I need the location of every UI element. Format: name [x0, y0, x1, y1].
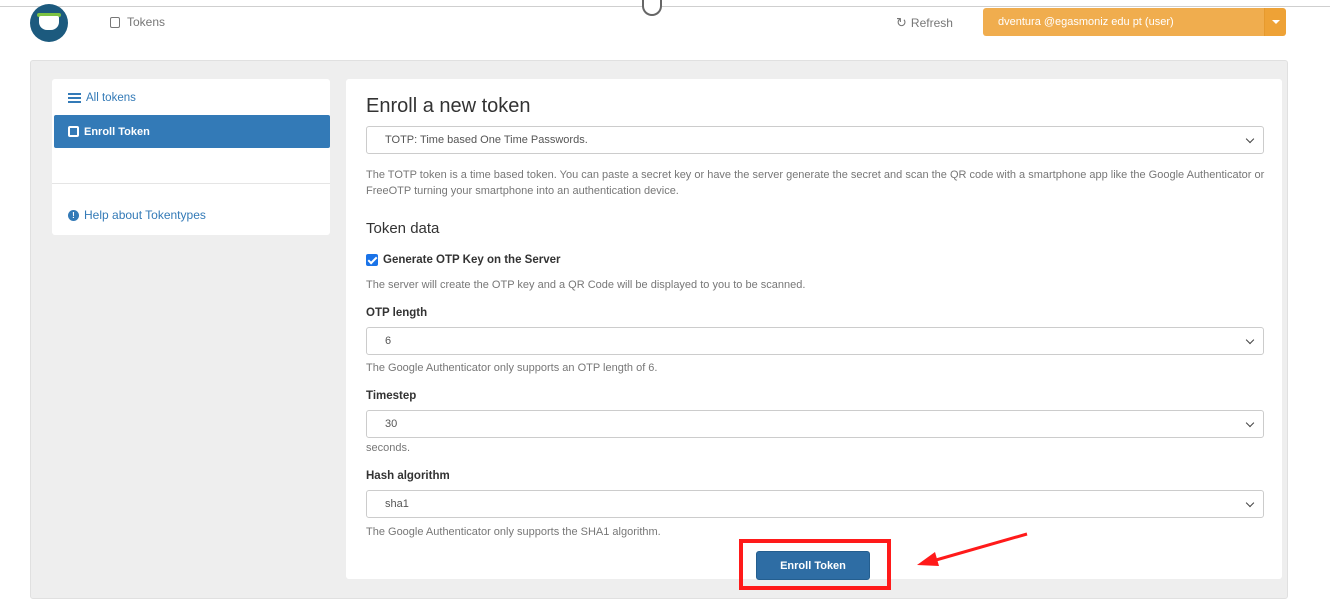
hash-algorithm-help: The Google Authenticator only supports t…: [366, 526, 661, 538]
otp-length-select[interactable]: 6: [366, 327, 1264, 355]
sidebar-item-enroll-token[interactable]: Enroll Token: [54, 115, 330, 148]
annotation-arrow-icon: [917, 532, 1028, 566]
logo-cup: [39, 16, 59, 30]
generate-otp-checkbox[interactable]: [366, 254, 378, 266]
user-menu-caret-icon[interactable]: [1264, 8, 1286, 36]
app-logo[interactable]: [30, 4, 68, 42]
otp-length-label: OTP length: [366, 307, 428, 319]
hash-algorithm-label: Hash algorithm: [366, 470, 450, 482]
nav-tokens-link[interactable]: Tokens: [110, 15, 165, 29]
user-menu-button[interactable]: dventura @egasmoniz edu pt (user): [983, 8, 1264, 36]
token-data-heading: Token data: [366, 220, 440, 237]
refresh-icon: ↻: [896, 15, 907, 30]
sidebar-item-label: Enroll Token: [84, 125, 150, 138]
sidebar-item-help[interactable]: ! Help about Tokentypes: [52, 205, 330, 225]
list-icon: [68, 93, 81, 103]
page-title: Enroll a new token: [366, 95, 531, 117]
sidebar: All tokens Enroll Token ! Help about Tok…: [52, 79, 330, 235]
mouse-cursor-icon: [642, 0, 662, 16]
sidebar-item-label: Help about Tokentypes: [84, 208, 206, 222]
generate-otp-help: The server will create the OTP key and a…: [366, 279, 806, 291]
timestep-label: Timestep: [366, 390, 417, 402]
timestep-help: seconds.: [366, 442, 411, 454]
hash-algorithm-select[interactable]: sha1: [366, 490, 1264, 518]
enroll-form-panel: Enroll a new token TOTP: Time based One …: [346, 79, 1282, 580]
top-navbar: Tokens ↻ Refresh dventura @egasmoniz edu…: [0, 0, 1330, 48]
sidebar-divider: [52, 183, 330, 184]
token-type-select[interactable]: TOTP: Time based One Time Passwords.: [366, 126, 1264, 154]
highlight-box: [739, 539, 891, 590]
nav-tokens-label: Tokens: [127, 15, 166, 29]
refresh-button[interactable]: ↻ Refresh: [896, 15, 953, 31]
refresh-label: Refresh: [910, 16, 953, 30]
timestep-select[interactable]: 30: [366, 410, 1264, 438]
token-type-description: The TOTP token is a time based token. Yo…: [366, 169, 1265, 197]
otp-length-help: The Google Authenticator only supports a…: [366, 362, 658, 374]
info-icon: !: [68, 209, 79, 221]
sidebar-item-label: All tokens: [86, 92, 136, 104]
sidebar-item-all-tokens[interactable]: All tokens: [52, 87, 330, 109]
generate-otp-label: Generate OTP Key on the Server: [383, 254, 561, 266]
tablet-icon: [110, 16, 120, 28]
edit-icon: [68, 126, 79, 137]
